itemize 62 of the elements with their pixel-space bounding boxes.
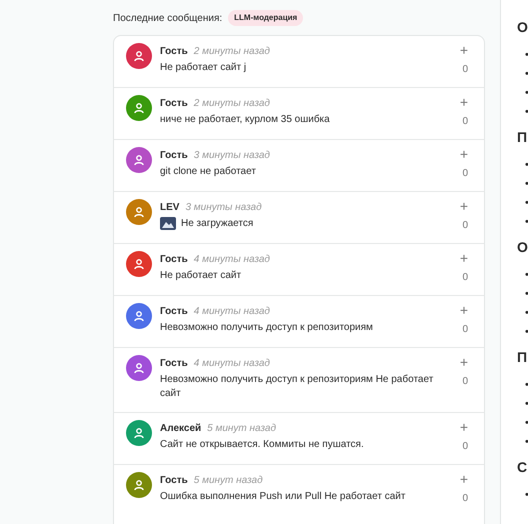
upvote-button[interactable]: + (460, 472, 468, 486)
vote-count: 0 (462, 440, 468, 454)
timestamp: 4 минуты назад (194, 356, 270, 370)
author-name: Алексей (160, 422, 202, 436)
vote-count: 0 (462, 492, 468, 506)
vote-count: 0 (462, 167, 468, 181)
timestamp: 5 минут назад (207, 422, 276, 436)
vote-count: 0 (462, 323, 468, 337)
message-row[interactable]: Гость 2 минуты назад ниче не работает, курлом 35 ошибка + 0 (114, 87, 484, 139)
message-row[interactable]: Гость 4 минуты назад Невозможно получить доступ к репозиториям + 0 (114, 295, 484, 347)
vote-count: 0 (462, 219, 468, 233)
message-row[interactable]: Алексей 5 минут назад Сайт не открывается. Коммиты не пушатся. + 0 (114, 412, 484, 464)
upvote-button[interactable]: + (460, 43, 468, 57)
message-text: git clone не работает (160, 165, 256, 179)
message-text: Невозможно получить доступ к репозиториям Не работает сайт (160, 373, 434, 401)
vote-count: 0 (462, 63, 468, 77)
author-name: Гость (160, 304, 188, 318)
author-name: LEV (160, 200, 180, 214)
message-row[interactable]: Гость 5 минут назад Ошибка выполнения Push или Pull Не работает сайт + 0 (114, 464, 484, 516)
message-text: Ошибка выполнения Push или Pull Не работает сайт (160, 490, 406, 504)
message-row[interactable]: Гость 3 минуты назад git clone не работает + 0 (114, 139, 484, 191)
tag: LLM-модерация (228, 10, 304, 26)
section-heading: С (517, 458, 528, 477)
author-name: Гость (160, 474, 188, 488)
message-text: Не работает сайт j (160, 61, 246, 75)
message-text: Не работает сайт (160, 269, 242, 283)
message-row[interactable]: Гость 4 минуты назад Невозможно получить доступ к репозиториям Не работает сайт + 0 (114, 347, 484, 412)
message-row[interactable]: Гость 2 минуты назад Не работает сайт j + 0 (114, 36, 484, 87)
upvote-button[interactable]: + (460, 420, 468, 434)
timestamp: 4 минуты назад (194, 252, 270, 266)
message-row[interactable]: Гость 4 минуты назад Не работает сайт + 0 (114, 243, 484, 295)
upvote-button[interactable]: + (460, 199, 468, 213)
timestamp: 2 минуты назад (194, 96, 270, 110)
message-text: ниче не работает, курлом 35 ошибка (160, 113, 330, 127)
upvote-button[interactable]: + (460, 251, 468, 265)
timestamp: 2 минуты назад (194, 44, 270, 58)
timestamp: 4 минуты назад (194, 304, 270, 318)
vote-count: 0 (462, 115, 468, 129)
message-text: Сайт не открывается. Коммиты не пушатся. (160, 438, 364, 452)
section-heading: П (517, 348, 528, 367)
author-name: Гость (160, 356, 188, 370)
section-title: Последние сообщения: (113, 12, 222, 26)
section-heading: О (517, 238, 528, 257)
upvote-button[interactable]: + (460, 147, 468, 161)
author-name: Гость (160, 96, 188, 110)
upvote-button[interactable]: + (460, 95, 468, 109)
timestamp: 3 минуты назад (194, 148, 270, 162)
image-icon (160, 217, 176, 230)
author-name: Гость (160, 44, 188, 58)
message-text: Не загружается (181, 217, 254, 231)
section-heading: П (517, 128, 528, 147)
message-text: Невозможно получить доступ к репозиториям (160, 321, 373, 335)
message-row[interactable]: LEV 3 минуты назад Не загружается + 0 (114, 191, 484, 243)
vote-count: 0 (462, 375, 468, 389)
author-name: Гость (160, 148, 188, 162)
timestamp: 5 минут назад (194, 474, 263, 488)
vote-count: 0 (462, 271, 468, 285)
section-heading: О (517, 18, 528, 37)
upvote-button[interactable]: + (460, 355, 468, 369)
timestamp: 3 минуты назад (185, 200, 262, 214)
upvote-button[interactable]: + (460, 303, 468, 317)
author-name: Гость (160, 252, 188, 266)
